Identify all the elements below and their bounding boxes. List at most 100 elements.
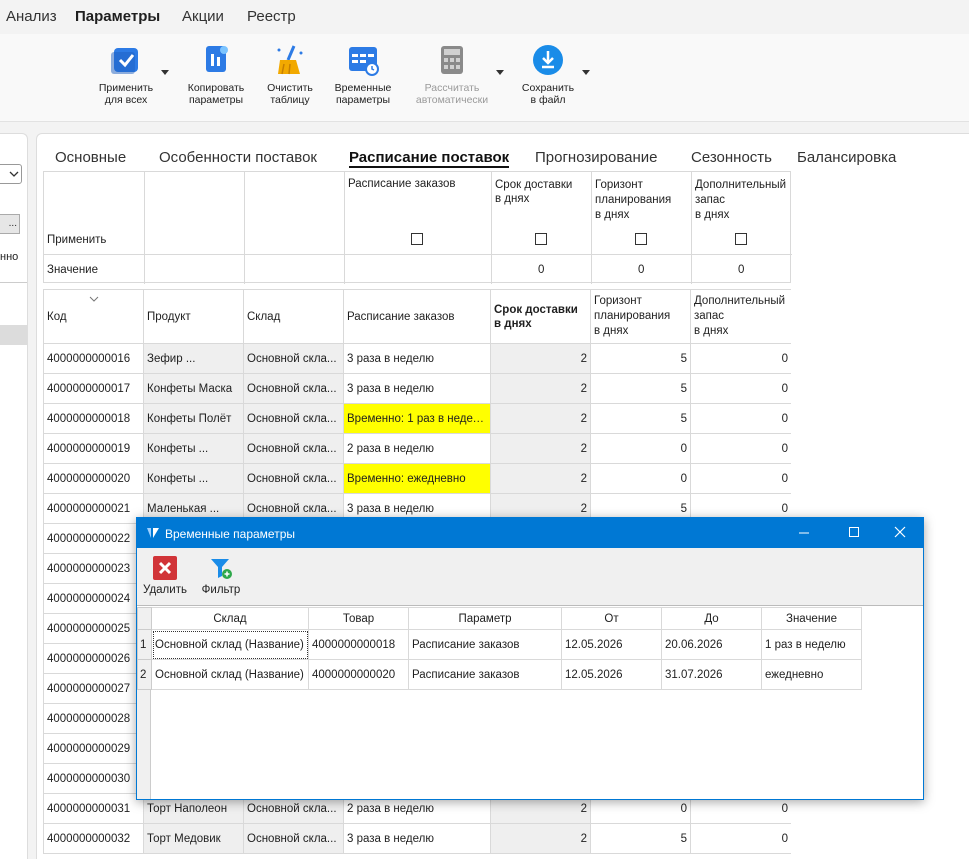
menu-analysis[interactable]: Анализ [6, 8, 57, 25]
dialog-cell-warehouse[interactable]: Основной склад (Название) [151, 659, 309, 690]
cell-extra[interactable]: 0 [690, 433, 791, 464]
cell-delivery[interactable]: 2 [490, 823, 591, 854]
cell-horizon[interactable]: 5 [590, 823, 691, 854]
dialog-header-warehouse[interactable]: Склад [151, 607, 309, 630]
dialog-cell-param[interactable]: Расписание заказов [408, 629, 562, 660]
cell-order-schedule[interactable]: 3 раза в неделю [343, 373, 491, 404]
copy-params-button[interactable]: Копировать параметры [176, 44, 256, 106]
dialog-cell-item[interactable]: 4000000000018 [308, 629, 409, 660]
cell-extra[interactable]: 0 [690, 343, 791, 374]
maximize-icon[interactable] [844, 523, 864, 543]
cell-delivery[interactable]: 2 [490, 343, 591, 374]
header-order-schedule[interactable]: Расписание заказов [343, 289, 491, 344]
tab-supply-schedule[interactable]: Расписание поставок [349, 149, 510, 168]
clear-table-button[interactable]: Очистить таблицу [250, 44, 330, 106]
tab-forecasting[interactable]: Прогнозирование [535, 149, 657, 166]
cell-extra[interactable]: 0 [690, 373, 791, 404]
left-list-selected[interactable] [0, 325, 27, 345]
cell-warehouse[interactable]: Основной скла... [243, 823, 344, 854]
dialog-header-from[interactable]: От [561, 607, 662, 630]
table-row[interactable]: 4000000000018 Конфеты Полёт Основной скла.… [43, 403, 791, 434]
dialog-cell-from[interactable]: 12.05.2026 [561, 659, 662, 690]
apply-delivery-checkbox[interactable] [535, 233, 547, 245]
header-product[interactable]: Продукт [143, 289, 244, 344]
calc-auto-button[interactable]: Рассчитать автоматически [412, 44, 492, 106]
close-icon[interactable] [890, 523, 910, 543]
cell-extra[interactable]: 0 [690, 403, 791, 434]
cell-code[interactable]: 4000000000018 [43, 403, 144, 434]
cell-horizon[interactable]: 0 [590, 433, 691, 464]
cell-code[interactable]: 4000000000027 [43, 673, 144, 704]
tab-balancing[interactable]: Балансировка [797, 149, 896, 166]
cell-delivery[interactable]: 2 [490, 433, 591, 464]
delete-button[interactable]: Удалить [143, 556, 187, 596]
cell-product[interactable]: Конфеты Полёт [143, 403, 244, 434]
table-row[interactable]: 4000000000032 Торт Медовик Основной скла..… [43, 823, 791, 854]
cell-code[interactable]: 4000000000022 [43, 523, 144, 554]
cell-order-schedule[interactable]: 3 раза в неделю [343, 343, 491, 374]
cell-order-schedule[interactable]: Временно: 1 раз в неделю [343, 403, 491, 434]
apply-all-dropdown-caret[interactable] [161, 70, 169, 75]
cell-code[interactable]: 4000000000030 [43, 763, 144, 794]
cell-extra[interactable]: 0 [690, 463, 791, 494]
cell-delivery[interactable]: 2 [490, 463, 591, 494]
table-row[interactable]: 4000000000019 Конфеты ... Основной скла...… [43, 433, 791, 464]
dialog-cell-warehouse[interactable]: Основной склад (Название) [151, 629, 309, 660]
save-file-button[interactable]: Сохранить в файл [508, 44, 588, 106]
dialog-header-to[interactable]: До [661, 607, 762, 630]
cell-horizon[interactable]: 5 [590, 373, 691, 404]
apply-horizon-checkbox[interactable] [635, 233, 647, 245]
dialog-cell-to[interactable]: 31.07.2026 [661, 659, 762, 690]
cell-product[interactable]: Конфеты ... [143, 433, 244, 464]
table-row[interactable]: 4000000000016 Зефир ... Основной скла... 3 … [43, 343, 791, 374]
tab-basic[interactable]: Основные [55, 149, 126, 166]
cell-horizon[interactable]: 0 [590, 463, 691, 494]
cell-code[interactable]: 4000000000032 [43, 823, 144, 854]
header-delivery[interactable]: Срок доставки в днях [490, 289, 591, 344]
tab-seasonality[interactable]: Сезонность [691, 149, 772, 166]
header-extra[interactable]: Дополнительный запас в днях [690, 289, 791, 344]
cell-warehouse[interactable]: Основной скла... [243, 403, 344, 434]
minimize-icon[interactable] [794, 523, 814, 543]
temp-params-button[interactable]: Временные параметры [323, 44, 403, 106]
save-file-dropdown-caret[interactable] [582, 70, 590, 75]
cell-code[interactable]: 4000000000020 [43, 463, 144, 494]
menu-promotions[interactable]: Акции [182, 8, 224, 25]
value-delivery[interactable]: 0 [538, 264, 544, 276]
table-row[interactable]: 4000000000020 Конфеты ... Основной скла...… [43, 463, 791, 494]
cell-code[interactable]: 4000000000019 [43, 433, 144, 464]
dialog-cell-from[interactable]: 12.05.2026 [561, 629, 662, 660]
cell-product[interactable]: Конфеты Маска [143, 373, 244, 404]
cell-code[interactable]: 4000000000026 [43, 643, 144, 674]
cell-warehouse[interactable]: Основной скла... [243, 463, 344, 494]
cell-code[interactable]: 4000000000017 [43, 373, 144, 404]
dialog-cell-to[interactable]: 20.06.2026 [661, 629, 762, 660]
cell-order-schedule[interactable]: Временно: ежедневно [343, 463, 491, 494]
apply-extra-checkbox[interactable] [735, 233, 747, 245]
value-horizon[interactable]: 0 [638, 264, 644, 276]
cell-code[interactable]: 4000000000016 [43, 343, 144, 374]
cell-code[interactable]: 4000000000021 [43, 493, 144, 524]
cell-product[interactable]: Торт Медовик [143, 823, 244, 854]
left-browse-button[interactable]: ... [0, 214, 20, 234]
filter-button[interactable]: Фильтр [199, 556, 243, 596]
table-row[interactable]: 4000000000017 Конфеты Маска Основной скла.… [43, 373, 791, 404]
dialog-header-param[interactable]: Параметр [408, 607, 562, 630]
cell-code[interactable]: 4000000000023 [43, 553, 144, 584]
dialog-header-value[interactable]: Значение [761, 607, 862, 630]
menu-parameters[interactable]: Параметры [75, 8, 160, 25]
header-warehouse[interactable]: Склад [243, 289, 344, 344]
cell-code[interactable]: 4000000000024 [43, 583, 144, 614]
cell-code[interactable]: 4000000000029 [43, 733, 144, 764]
dialog-row[interactable]: 2 Основной склад (Название) 4000000000020 Р… [137, 659, 862, 690]
cell-warehouse[interactable]: Основной скла... [243, 433, 344, 464]
cell-product[interactable]: Конфеты ... [143, 463, 244, 494]
cell-code[interactable]: 4000000000031 [43, 793, 144, 824]
dialog-cell-value[interactable]: ежедневно [761, 659, 862, 690]
cell-delivery[interactable]: 2 [490, 373, 591, 404]
cell-extra[interactable]: 0 [690, 823, 791, 854]
menu-registry[interactable]: Реестр [247, 8, 296, 25]
cell-horizon[interactable]: 5 [590, 403, 691, 434]
cell-product[interactable]: Зефир ... [143, 343, 244, 374]
cell-warehouse[interactable]: Основной скла... [243, 373, 344, 404]
